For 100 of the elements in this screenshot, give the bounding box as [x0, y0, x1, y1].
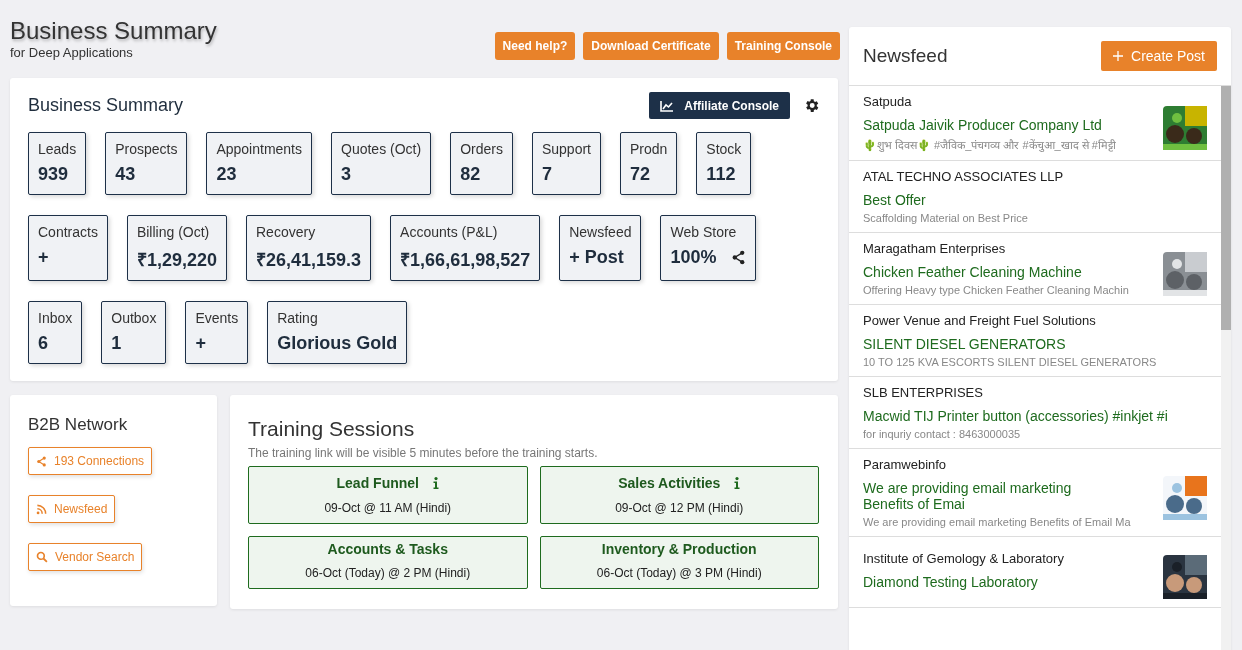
share-icon[interactable]	[730, 250, 746, 265]
stat-label: Accounts (P&L)	[400, 224, 499, 240]
post-description: 🌵शुभ दिवस🌵 #जैविक_पंचगव्य और #केंचुआ_खाद से #मिट्टी	[863, 138, 1117, 152]
stat-value: 23	[216, 164, 237, 185]
post-title[interactable]: We are providing email marketing Benefits of Emai	[863, 480, 1125, 512]
session-time: 06-Oct (Today) @ 2 PM (Hindi)	[305, 566, 471, 580]
stat-tile[interactable]: Support 7	[531, 132, 601, 195]
stat-value: ₹1,29,220	[136, 249, 217, 271]
info-icon[interactable]	[734, 477, 741, 489]
session-time: 06-Oct (Today) @ 3 PM (Hindi)	[596, 566, 762, 580]
post-description: Scaffolding Material on Best Price	[863, 212, 1029, 224]
stat-tile[interactable]: Newsfeed + Post	[559, 215, 642, 281]
stat-value: Glorious Gold	[277, 333, 398, 354]
company-name: Maragatham Enterprises	[863, 241, 1007, 256]
company-name: SLB ENTERPRISES	[863, 385, 984, 400]
stat-tile[interactable]: Web Store 100%	[660, 215, 756, 281]
stat-label: Leads	[38, 141, 77, 157]
post-title[interactable]: Chicken Feather Cleaning Machine	[863, 264, 1082, 280]
session-name: Lead Funnel	[336, 475, 419, 491]
post-description: for inquriy contact : 8463000035	[863, 428, 1022, 440]
share-icon	[36, 455, 47, 467]
stat-value: ₹26,41,159.3	[256, 249, 362, 271]
scrollbar[interactable]	[1221, 86, 1231, 650]
search-icon	[36, 551, 48, 563]
stat-value: ₹1,66,61,98,527	[400, 249, 531, 271]
stat-value: 6	[38, 333, 48, 354]
post-title[interactable]: Satpuda Jaivik Producer Company Ltd	[863, 117, 1102, 133]
stat-tile[interactable]: Quotes (Oct) 3	[331, 132, 432, 195]
stat-value: 112	[706, 164, 736, 185]
stat-label: Events	[195, 310, 239, 326]
post-description: 10 TO 125 KVA ESCORTS SILENT DIESEL GENERATORS	[863, 356, 1158, 368]
session-card[interactable]: Inventory & Production 06-Oct (Today) @ 3 PM (Hindi)	[539, 536, 819, 589]
company-name: ATAL TECHNO ASSOCIATES LLP	[863, 169, 1065, 184]
stat-label: Orders	[460, 141, 503, 157]
session-name: Inventory & Production	[601, 541, 757, 557]
plus-icon	[1113, 51, 1124, 61]
affiliate-console-button[interactable]: Affiliate Console	[649, 92, 790, 119]
stat-label: Prospects	[115, 141, 178, 157]
stat-label: Newsfeed	[569, 224, 632, 240]
page-title: Business Summary	[10, 17, 217, 45]
info-icon[interactable]	[432, 477, 439, 489]
stat-label: Contracts	[38, 224, 98, 240]
stat-tile[interactable]: Rating Glorious Gold	[267, 301, 408, 364]
stat-tile[interactable]: Outbox 1	[101, 301, 167, 364]
stat-value: 939	[38, 164, 69, 185]
stat-tile[interactable]: Accounts (P&L) ₹1,66,61,98,527	[390, 215, 541, 281]
session-time: 09-Oct @ 12 PM (Hindi)	[615, 501, 744, 515]
stat-label: Rating	[277, 310, 319, 326]
stat-tile[interactable]: Inbox 6	[28, 301, 83, 364]
page-subtitle: for Deep Applications	[10, 45, 134, 60]
stat-tile[interactable]: Prospects 43	[105, 132, 188, 195]
stat-label: Prodn	[630, 141, 668, 157]
stat-tile[interactable]: Billing (Oct) ₹1,29,220	[126, 215, 227, 281]
stat-tile[interactable]: Stock 112	[696, 132, 752, 195]
stat-label: Web Store	[670, 224, 738, 240]
stat-value: 7	[541, 164, 552, 185]
company-name: Institute of Gemology & Laboratory	[863, 550, 1065, 566]
stat-label: Stock	[706, 141, 742, 157]
company-name: Satpuda	[863, 94, 913, 109]
stat-tile[interactable]: Orders 82	[450, 132, 513, 195]
post-title[interactable]: Macwid TIJ Printer button (accessories) #inkjet #i	[863, 408, 1168, 424]
stat-value: 72	[630, 164, 651, 185]
stat-label: Inbox	[38, 310, 73, 326]
stat-label: Appointments	[216, 141, 302, 157]
rss-icon	[36, 503, 47, 515]
stat-value: +	[195, 333, 206, 354]
company-name: Paramwebinfo	[863, 457, 948, 472]
stat-label: Quotes (Oct)	[341, 141, 422, 157]
stat-tile[interactable]: Leads 939	[28, 132, 87, 195]
settings-icon[interactable]	[803, 97, 820, 114]
session-card[interactable]: Sales Activities 09-Oct @ 12 PM (Hindi)	[539, 466, 819, 524]
card-title: Business Summary	[28, 95, 185, 116]
stat-value: 3	[341, 164, 352, 185]
stat-value: 82	[460, 164, 481, 185]
post-title[interactable]: Diamond Testing Laboratory	[863, 573, 1038, 590]
stat-value: +	[38, 247, 49, 268]
post-description: We are providing email marketing Benefits of Email Ma	[863, 516, 1132, 528]
session-card[interactable]: Lead Funnel 09-Oct @ 11 AM (Hindi)	[248, 466, 528, 524]
panel-title: Newsfeed	[863, 45, 948, 67]
stat-tile[interactable]: Prodn 72	[620, 132, 678, 195]
stat-value: 43	[115, 164, 136, 185]
stat-value: 100%	[670, 247, 717, 268]
stat-tile[interactable]: Contracts +	[28, 215, 108, 281]
company-name: Power Venue and Freight Fuel Solutions	[863, 313, 1097, 328]
stat-tile[interactable]: Recovery ₹26,41,159.3	[246, 215, 372, 281]
stat-tile[interactable]: Appointments 23	[206, 132, 312, 195]
post-description: Offering Heavy type Chicken Feather Cleaning Machin	[863, 284, 1130, 296]
training-note: The training link will be visible 5 minutes before the training starts.	[248, 446, 599, 460]
card-title: Training Sessions	[248, 417, 416, 441]
stat-label: Recovery	[256, 224, 317, 240]
post-title[interactable]: Best Offer	[863, 192, 926, 208]
session-name: Sales Activities	[618, 475, 721, 491]
card-title: B2B Network	[28, 415, 128, 435]
stat-tile[interactable]: Events +	[185, 301, 249, 364]
post-title[interactable]: SILENT DIESEL GENERATORS	[863, 336, 1066, 352]
stat-label: Outbox	[111, 310, 157, 326]
stat-value: 1	[111, 333, 122, 354]
stat-value: + Post	[569, 247, 624, 268]
session-name: Accounts & Tasks	[327, 541, 448, 557]
session-card[interactable]: Accounts & Tasks 06-Oct (Today) @ 2 PM (Hindi)	[248, 536, 528, 589]
